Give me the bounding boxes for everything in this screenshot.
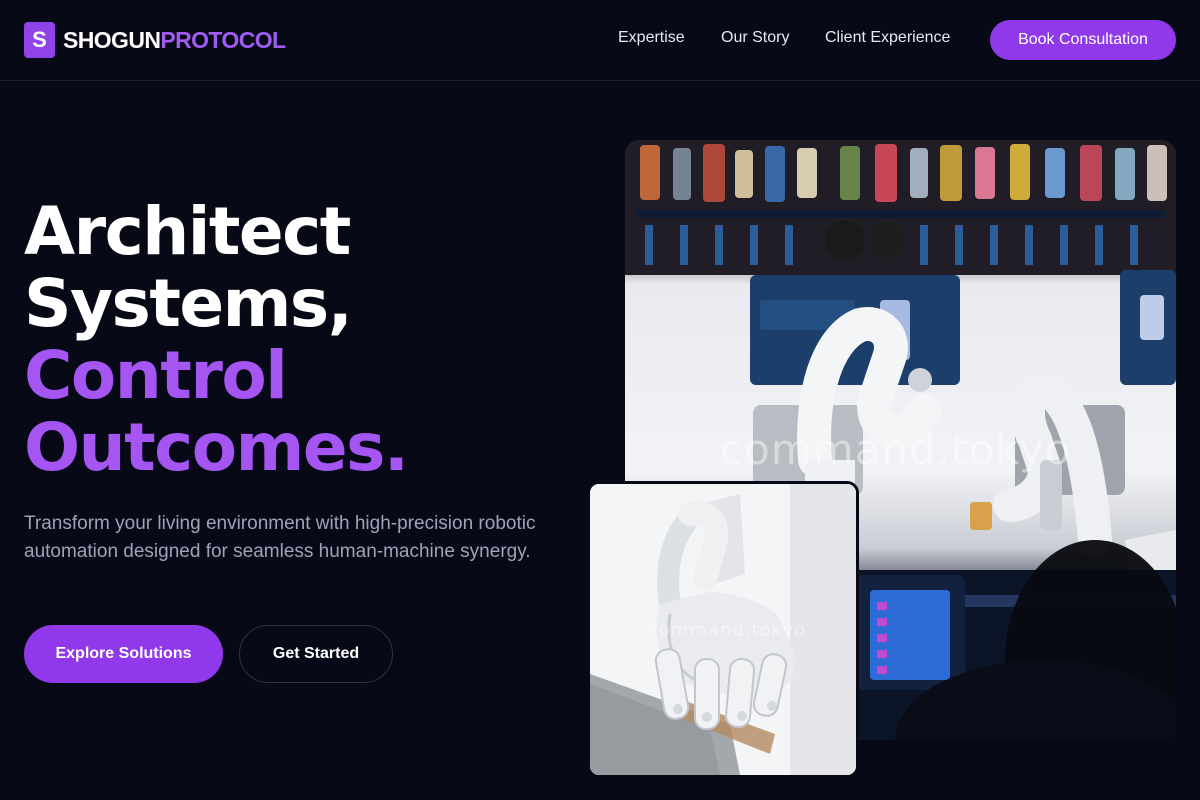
brand-logo[interactable]: S SHOGUNPROTOCOL [24, 22, 286, 58]
headline-line-2: Systems, [24, 265, 353, 342]
brand-name-primary: SHOGUN [63, 26, 161, 53]
get-started-button[interactable]: Get Started [239, 625, 393, 683]
headline-line-3: Control [24, 337, 288, 414]
inset-image-watermark: command.tokyo [648, 620, 807, 641]
book-consultation-button[interactable]: Book Consultation [990, 20, 1176, 60]
nav-link-expertise[interactable]: Expertise [618, 29, 685, 47]
page: S SHOGUNPROTOCOL Expertise Our Story Cli… [0, 0, 1200, 800]
brand-name-accent: PROTOCOL [160, 26, 286, 53]
logo-mark-icon: S [24, 22, 55, 58]
robot-hand-image: command.tokyo [587, 481, 859, 778]
hero-subtext: Transform your living environment with h… [24, 513, 536, 562]
top-navigation: S SHOGUNPROTOCOL Expertise Our Story Cli… [0, 0, 1200, 81]
headline-line-1: Architect [24, 193, 351, 270]
headline-line-4: Outcomes. [24, 409, 409, 486]
nav-link-our-story[interactable]: Our Story [721, 29, 789, 47]
hero-headline: Architect Systems, Control Outcomes. [24, 196, 584, 484]
nav-link-client-experience[interactable]: Client Experience [825, 29, 950, 47]
explore-solutions-button[interactable]: Explore Solutions [24, 625, 223, 683]
brand-name: SHOGUNPROTOCOL [63, 26, 286, 54]
main-image-watermark: command.tokyo [720, 425, 1072, 474]
